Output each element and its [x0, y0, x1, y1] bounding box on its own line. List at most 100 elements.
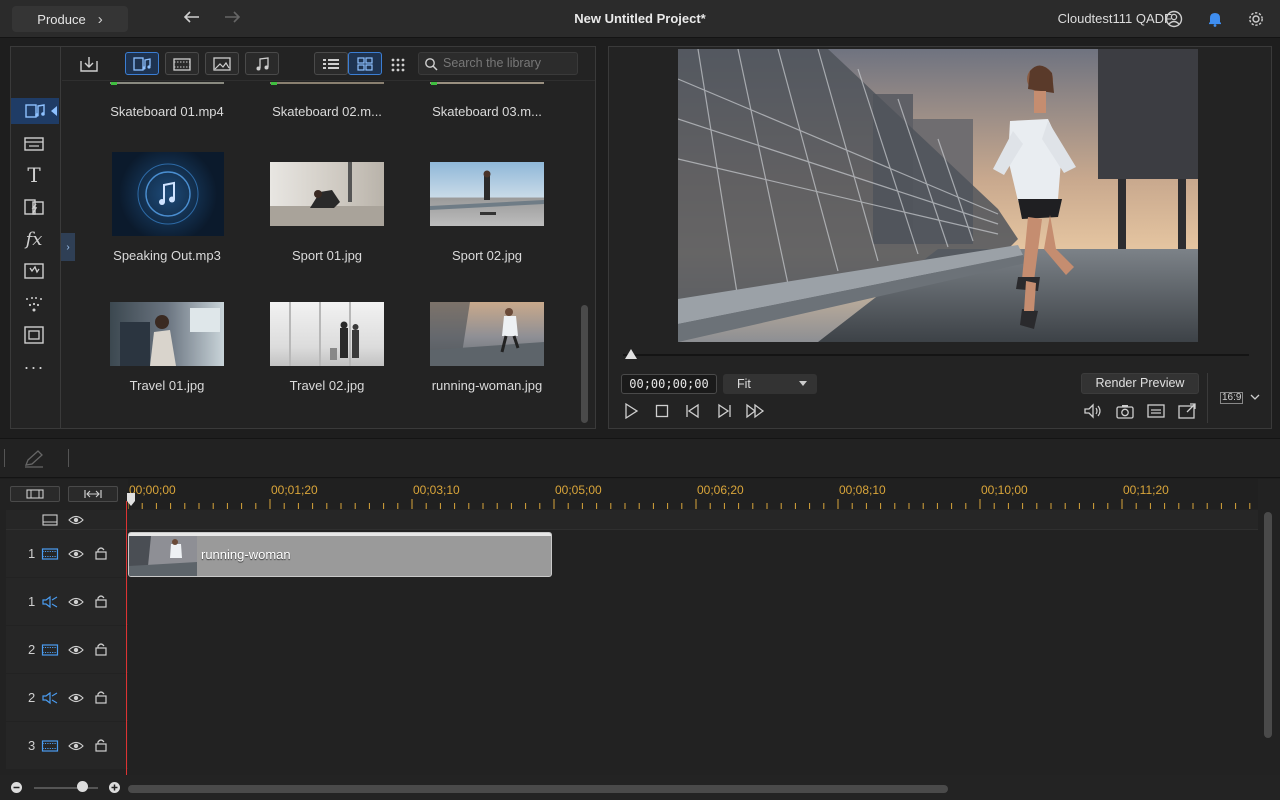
track-header[interactable]: 3 [6, 722, 126, 769]
lock-icon[interactable] [94, 690, 108, 704]
item-label: Skateboard 03.m... [432, 104, 542, 119]
more-rooms-button[interactable]: ··· [21, 354, 47, 380]
zoom-slider-track[interactable] [34, 787, 98, 789]
track-lane[interactable] [128, 626, 1258, 673]
undock-preview-button[interactable] [1176, 402, 1198, 420]
eye-icon[interactable] [68, 740, 84, 752]
aspect-ratio-select[interactable]: 16:9 [1207, 373, 1271, 423]
thumbnail [430, 302, 544, 366]
track-header[interactable]: 1 [6, 530, 126, 577]
video-track-icon [41, 548, 59, 560]
text-t-icon: T [27, 163, 41, 187]
ruler-ticks [128, 499, 1251, 509]
particle-room-tab[interactable] [21, 290, 47, 316]
template-room-tab[interactable] [21, 130, 47, 156]
thumbnail [430, 82, 544, 84]
eye-icon[interactable] [68, 596, 84, 608]
playhead-marker-icon[interactable] [126, 492, 136, 508]
play-button[interactable] [620, 402, 642, 420]
playhead-line[interactable] [126, 501, 127, 777]
fit-select-value: Fit [737, 377, 751, 391]
lock-icon[interactable] [94, 594, 108, 608]
zoom-in-icon[interactable] [108, 781, 121, 794]
fast-forward-button[interactable] [744, 402, 766, 420]
undo-icon[interactable] [182, 9, 202, 27]
track-number: 1 [28, 594, 36, 609]
track-lane[interactable] [128, 722, 1258, 769]
lock-icon[interactable] [94, 546, 108, 560]
subtitle-button[interactable] [1145, 402, 1167, 420]
thumbnail-size-icon[interactable] [390, 57, 406, 73]
running-woman-preview-image [678, 49, 1198, 342]
media-room-tab[interactable] [11, 98, 59, 124]
timecode-field[interactable]: 00;00;00;00 [621, 374, 717, 394]
library-search-input[interactable]: Search the library [418, 52, 578, 75]
next-frame-button[interactable] [713, 402, 735, 420]
track-lane[interactable] [128, 674, 1258, 721]
timeline-view-button[interactable] [10, 486, 60, 502]
timeline-ruler[interactable]: 00;00;00 00;01;20 00;03;10 00;05;00 00;0… [126, 479, 1258, 509]
effect-room-tab[interactable]: fx [21, 226, 47, 252]
camera-icon [1116, 405, 1134, 419]
import-media-icon[interactable] [79, 55, 99, 73]
clip-label: running-woman [201, 547, 291, 562]
zoom-out-icon[interactable] [10, 781, 23, 794]
bell-icon[interactable] [1205, 9, 1225, 29]
thumbnail [110, 302, 224, 366]
video-music-filter-icon [133, 56, 151, 71]
overlay-room-tab[interactable] [21, 258, 47, 284]
item-label: Speaking Out.mp3 [113, 248, 221, 263]
library-scrollbar[interactable] [581, 305, 588, 423]
ruler-label: 00;06;20 [697, 483, 744, 497]
snapshot-button[interactable] [1114, 402, 1136, 420]
eye-icon[interactable] [68, 692, 84, 704]
previous-frame-button[interactable] [682, 402, 704, 420]
track-number: 3 [28, 738, 36, 753]
zoom-fit-select[interactable]: Fit [723, 374, 817, 394]
timeline-horizontal-scrollbar[interactable] [128, 785, 948, 793]
track-header-row [6, 510, 1258, 530]
list-view-button[interactable] [314, 52, 348, 75]
library-grid: Skateboard 01.mp4 Skateboard 02.m... Ska… [62, 82, 582, 428]
settings-gear-icon[interactable] [1246, 9, 1266, 29]
item-label: Travel 01.jpg [129, 378, 205, 393]
stop-button[interactable] [651, 402, 673, 420]
filter-clip-button[interactable] [165, 52, 199, 75]
grid-view-button[interactable] [348, 52, 382, 75]
preview-scrub-track[interactable] [623, 354, 1249, 356]
timeline-clip[interactable]: running-woman [128, 532, 552, 577]
filter-image-button[interactable] [205, 52, 239, 75]
volume-button[interactable] [1082, 402, 1104, 420]
produce-button[interactable]: Produce › [12, 6, 128, 32]
film-icon [173, 57, 191, 71]
eye-icon[interactable] [68, 514, 84, 526]
zoom-slider-knob[interactable] [77, 781, 88, 792]
filter-audio-button[interactable] [245, 52, 279, 75]
track-manager-icon[interactable] [42, 514, 58, 526]
timeline-vertical-scrollbar[interactable] [1264, 512, 1272, 738]
ruler-label: 00;10;00 [981, 483, 1028, 497]
title-room-tab[interactable]: T [21, 162, 47, 188]
scrub-handle[interactable] [624, 348, 638, 360]
account-icon[interactable] [1164, 9, 1184, 29]
video-track-icon [41, 740, 59, 752]
track-header[interactable]: 2 [6, 626, 126, 673]
particle-icon [26, 297, 42, 312]
track-header[interactable]: 1 [6, 578, 126, 625]
render-preview-button[interactable]: Render Preview [1081, 373, 1199, 394]
filter-video-button[interactable] [125, 52, 159, 75]
lock-icon[interactable] [94, 738, 108, 752]
track-number: 2 [28, 690, 36, 705]
pip-room-tab[interactable] [21, 322, 47, 348]
top-bar: Produce › New Untitled Project* Cloudtes… [0, 0, 1280, 38]
track-header[interactable]: 2 [6, 674, 126, 721]
lock-icon[interactable] [94, 642, 108, 656]
eye-icon[interactable] [68, 548, 84, 560]
track-lane[interactable] [128, 578, 1258, 625]
transition-room-tab[interactable] [21, 194, 47, 220]
redo-icon[interactable] [222, 9, 242, 27]
fit-timeline-button[interactable] [68, 486, 118, 502]
edit-pencil-icon[interactable] [22, 449, 46, 469]
user-name[interactable]: Cloudtest111 QADF [1058, 11, 1172, 26]
eye-icon[interactable] [68, 644, 84, 656]
